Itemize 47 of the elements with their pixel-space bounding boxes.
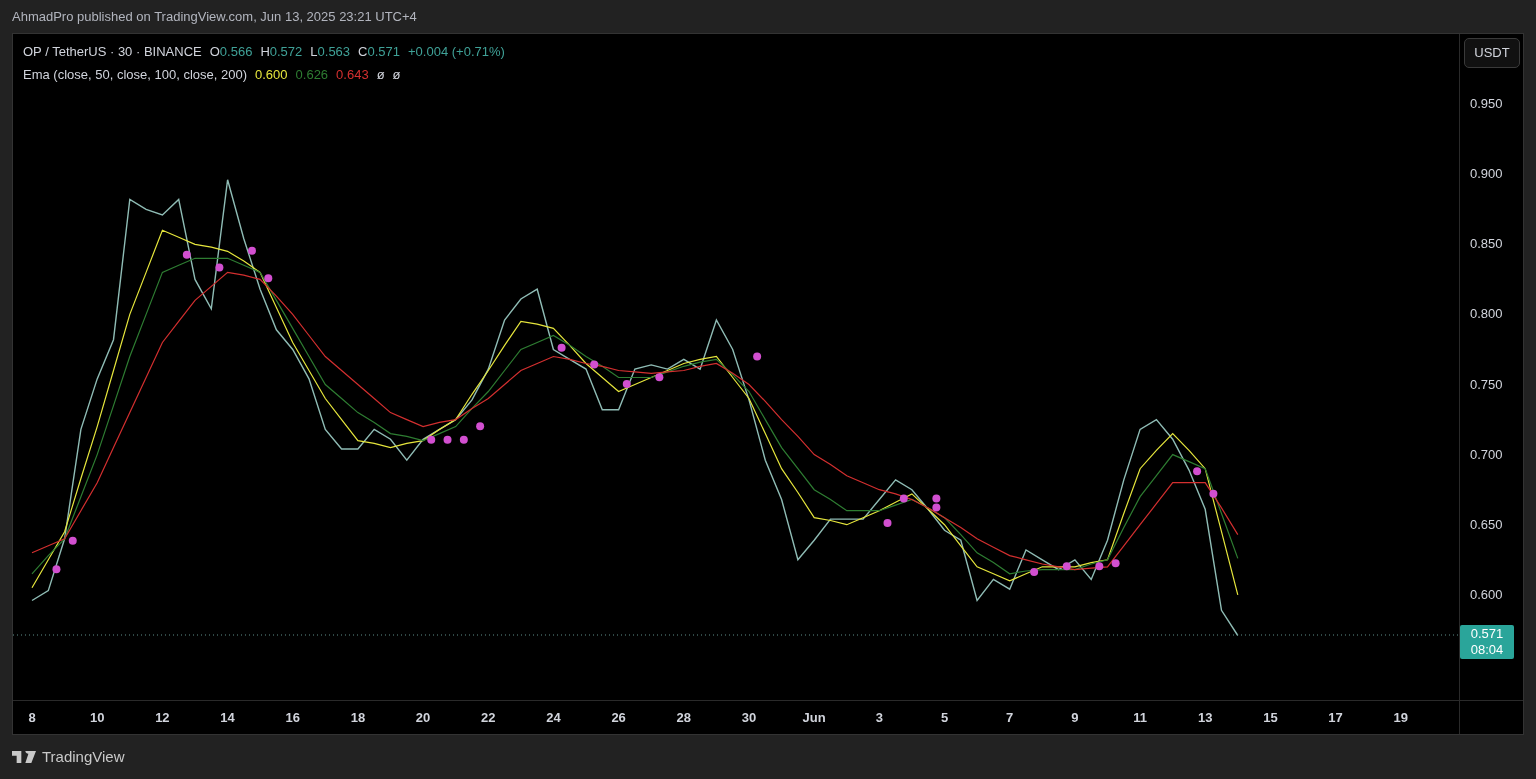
- axis-tick-label: 24: [545, 710, 562, 726]
- axis-tick-label: 17: [1327, 710, 1344, 726]
- axis-tick-label: 0.750: [1470, 376, 1503, 393]
- indicator-value: ø: [376, 65, 385, 84]
- axis-tick-label: 0.650: [1470, 516, 1503, 533]
- axis-tick-label: 18: [349, 710, 367, 726]
- indicator-title: Ema (close, 50, close, 100, close, 200): [23, 65, 247, 84]
- ohlc-value: H0.572: [260, 43, 303, 61]
- axis-tick-label: 15: [1262, 710, 1279, 726]
- axis-tick-label: 22: [480, 710, 497, 726]
- axis-tick-label: 9: [1070, 710, 1080, 726]
- indicator-value: 0.600: [255, 65, 288, 84]
- axis-tick-label: 13: [1197, 710, 1214, 726]
- axis-tick-label: Jun: [801, 710, 827, 726]
- axis-tick-label: 7: [1005, 710, 1015, 726]
- ohlc-value: C0.571: [358, 43, 401, 61]
- axis-tick-label: 19: [1392, 710, 1409, 726]
- axis-tick-label: 11: [1132, 710, 1148, 726]
- indicator-value: ø: [392, 65, 401, 84]
- axis-tick-label: 10: [88, 710, 106, 726]
- currency-button[interactable]: USDT: [1464, 38, 1520, 68]
- brand-name: TradingView: [42, 746, 125, 767]
- axis-tick-label: 26: [610, 710, 627, 726]
- axis-tick-label: 12: [154, 710, 171, 726]
- publish-info: AhmadPro published on TradingView.com, Jun 13, 2025 23:21 UTC+4: [12, 7, 417, 26]
- axis-tick-label: 0.700: [1470, 446, 1503, 463]
- last-price-badge: 0.571 08:04: [1460, 625, 1514, 659]
- price-change: +0.004 (+0.71%): [408, 43, 505, 61]
- axis-tick-label: 16: [284, 710, 301, 726]
- ohlc-value: O0.566: [209, 43, 253, 61]
- axis-tick-label: 20: [414, 710, 432, 726]
- axis-tick-label: 0.600: [1470, 586, 1503, 603]
- axis-tick-label: 0.850: [1470, 236, 1503, 253]
- indicator-value: 0.643: [336, 65, 369, 84]
- brand-logo-icon: [12, 751, 36, 763]
- indicator-value: 0.626: [295, 65, 329, 84]
- axis-tick-label: 0.800: [1470, 306, 1503, 323]
- axis-tick-label: 3: [874, 710, 884, 726]
- axis-tick-label: 14: [219, 710, 236, 726]
- axis-tick-label: 8: [27, 710, 37, 726]
- axis-tick-label: 28: [675, 710, 693, 726]
- axis-tick-label: 0.950: [1470, 96, 1503, 113]
- axis-tick-label: 5: [939, 710, 950, 726]
- symbol-title: OP / TetherUS · 30 · BINANCE: [23, 43, 202, 61]
- axis-tick-label: 0.900: [1470, 166, 1503, 183]
- ohlc-value: L0.563: [310, 43, 351, 61]
- axis-tick-label: 30: [740, 710, 758, 726]
